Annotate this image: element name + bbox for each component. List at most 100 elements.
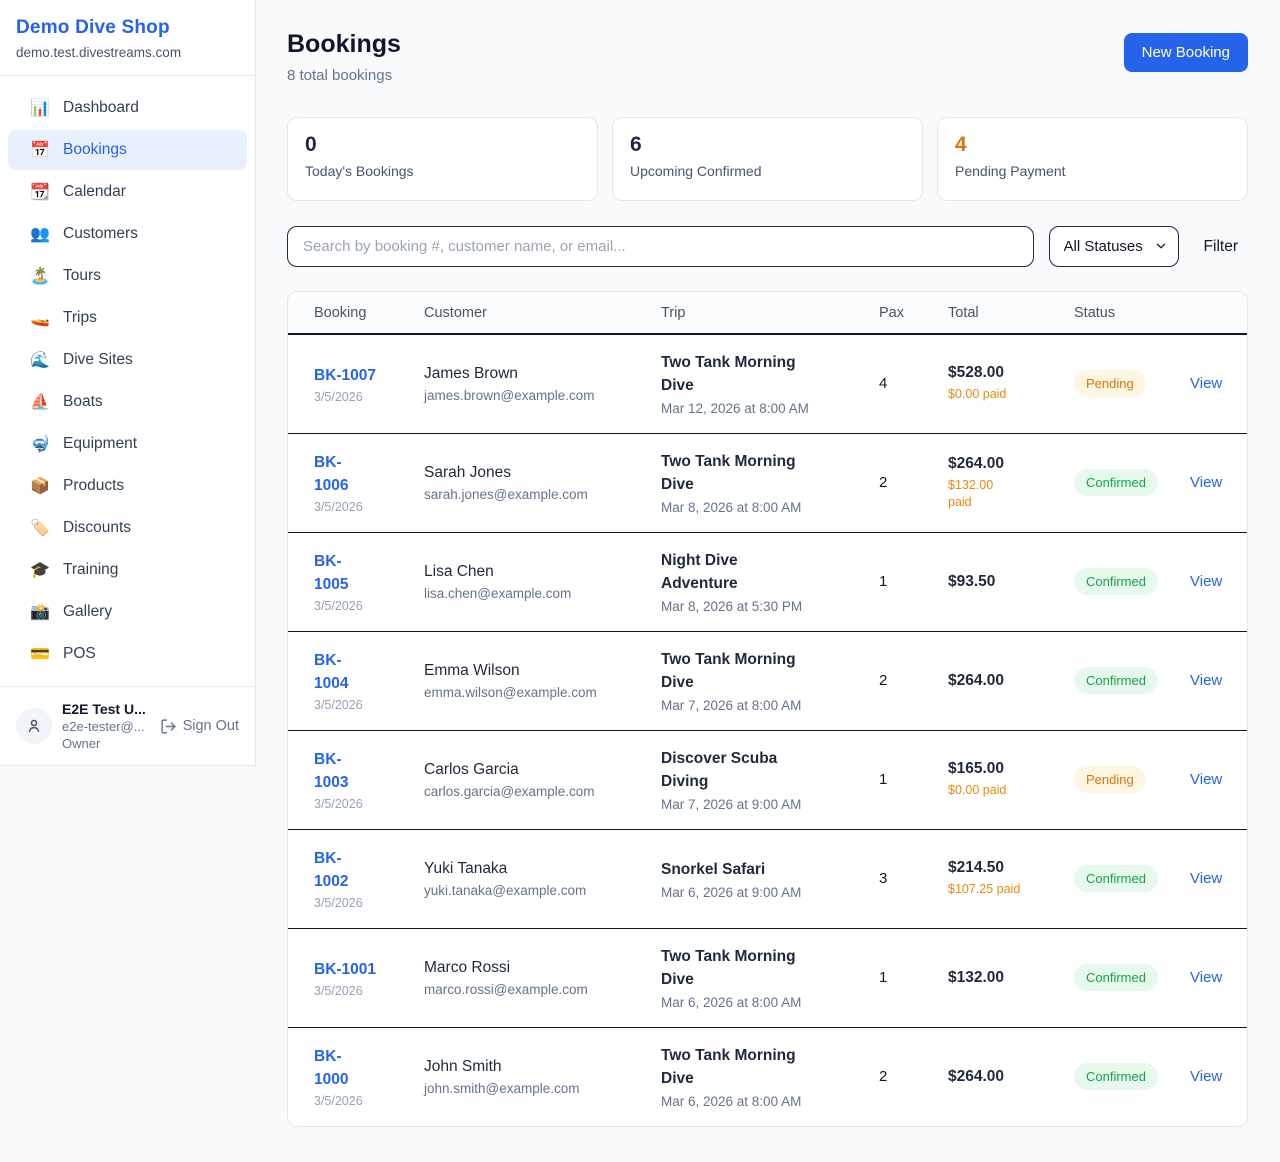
user-role: Owner xyxy=(62,736,150,751)
total-amount: $264.00 xyxy=(948,672,1050,690)
trip-name: Snorkel Safari xyxy=(661,858,813,881)
speedboat-icon: 🚤 xyxy=(30,308,50,328)
customer-name: John Smith xyxy=(424,1058,637,1076)
view-link[interactable]: View xyxy=(1190,474,1222,491)
status-select[interactable]: All Statuses xyxy=(1049,226,1179,267)
sidebar-item-trips[interactable]: 🚤Trips xyxy=(8,298,247,338)
new-booking-button[interactable]: New Booking xyxy=(1124,33,1248,72)
table-row: BK-10063/5/2026Sarah Jonessarah.jones@ex… xyxy=(288,433,1247,532)
customer-cell: James Brownjames.brown@example.com xyxy=(412,334,649,433)
booking-id-link[interactable]: BK-1000 xyxy=(314,1045,354,1091)
person-icon xyxy=(25,717,43,735)
view-link[interactable]: View xyxy=(1190,771,1222,788)
avatar xyxy=(16,708,52,744)
sidebar-item-equipment[interactable]: 🤿Equipment xyxy=(8,424,247,464)
pax-cell: 4 xyxy=(867,334,936,433)
brand-name: Demo Dive Shop xyxy=(16,17,239,39)
sidebar-item-label: Training xyxy=(63,561,118,579)
total-amount: $528.00 xyxy=(948,364,1050,382)
sidebar-item-pos[interactable]: 💳POS xyxy=(8,634,247,674)
sidebar-item-gallery[interactable]: 📸Gallery xyxy=(8,592,247,632)
view-link[interactable]: View xyxy=(1190,375,1222,392)
sidebar-item-label: Equipment xyxy=(63,435,137,453)
view-link[interactable]: View xyxy=(1190,1068,1222,1085)
paid-amount: $132.00 paid xyxy=(948,477,1010,511)
total-cell: $264.00$132.00 paid xyxy=(936,433,1062,532)
customer-cell: Marco Rossimarco.rossi@example.com xyxy=(412,928,649,1027)
booking-id-link[interactable]: BK-1006 xyxy=(314,451,354,497)
sidebar-item-customers[interactable]: 👥Customers xyxy=(8,214,247,254)
page-title: Bookings xyxy=(287,30,401,59)
user-name: E2E Test U... xyxy=(62,701,150,717)
sidebar-item-label: Discounts xyxy=(63,519,131,537)
booking-date: 3/5/2026 xyxy=(314,390,400,404)
view-link[interactable]: View xyxy=(1190,870,1222,887)
booking-id-link[interactable]: BK-1004 xyxy=(314,649,354,695)
pax-cell: 1 xyxy=(867,928,936,1027)
customer-email: carlos.garcia@example.com xyxy=(424,784,637,799)
stat-value: 4 xyxy=(955,131,1230,159)
sidebar-item-label: Tours xyxy=(63,267,101,285)
booking-cell: BK-1007 3/5/2026 xyxy=(288,334,412,433)
sidebar-item-dashboard[interactable]: 📊Dashboard xyxy=(8,88,247,128)
trip-cell: Two Tank Morning DiveMar 6, 2026 at 8:00… xyxy=(649,928,867,1027)
trip-cell: Two Tank Morning DiveMar 8, 2026 at 8:00… xyxy=(649,433,867,532)
sidebar-item-tours[interactable]: 🏝️Tours xyxy=(8,256,247,296)
view-link[interactable]: View xyxy=(1190,573,1222,590)
wave-icon: 🌊 xyxy=(30,350,50,370)
sidebar-item-dive-sites[interactable]: 🌊Dive Sites xyxy=(8,340,247,380)
booking-id-link[interactable]: BK-1005 xyxy=(314,550,354,596)
stat-card-2: 6Upcoming Confirmed xyxy=(612,117,923,201)
pax-cell: 1 xyxy=(867,730,936,829)
bookings-table: BookingCustomerTripPaxTotalStatus BK-100… xyxy=(288,292,1247,1126)
trip-datetime: Mar 8, 2026 at 5:30 PM xyxy=(661,599,855,614)
stat-value: 0 xyxy=(305,131,580,159)
trip-datetime: Mar 7, 2026 at 9:00 AM xyxy=(661,797,855,812)
logout-icon xyxy=(160,718,177,735)
status-badge: Confirmed xyxy=(1074,469,1158,496)
customer-cell: Emma Wilsonemma.wilson@example.com xyxy=(412,631,649,730)
customer-name: Emma Wilson xyxy=(424,662,637,680)
page-subtitle: 8 total bookings xyxy=(287,67,401,84)
trip-datetime: Mar 6, 2026 at 8:00 AM xyxy=(661,1094,855,1109)
status-cell: Pending xyxy=(1062,334,1178,433)
trip-name: Two Tank Morning Dive xyxy=(661,945,813,991)
stat-card-1: 0Today's Bookings xyxy=(287,117,598,201)
package-icon: 📦 xyxy=(30,476,50,496)
booking-id-link[interactable]: BK-1002 xyxy=(314,847,354,893)
booking-date: 3/5/2026 xyxy=(314,984,400,998)
booking-id-link[interactable]: BK-1007 xyxy=(314,367,376,384)
trip-datetime: Mar 12, 2026 at 8:00 AM xyxy=(661,401,855,416)
sidebar-item-discounts[interactable]: 🏷️Discounts xyxy=(8,508,247,548)
status-badge: Confirmed xyxy=(1074,568,1158,595)
booking-cell: BK-10033/5/2026 xyxy=(288,730,412,829)
trip-cell: Two Tank Morning DiveMar 7, 2026 at 8:00… xyxy=(649,631,867,730)
booking-id-link[interactable]: BK-1001 xyxy=(314,961,376,978)
sidebar-item-bookings[interactable]: 📅Bookings xyxy=(8,130,247,170)
trip-datetime: Mar 8, 2026 at 8:00 AM xyxy=(661,500,855,515)
sidebar-item-products[interactable]: 📦Products xyxy=(8,466,247,506)
trip-name: Discover Scuba Diving xyxy=(661,747,813,793)
sidebar-item-boats[interactable]: ⛵Boats xyxy=(8,382,247,422)
sidebar-item-label: Calendar xyxy=(63,183,126,201)
customer-email: james.brown@example.com xyxy=(424,388,637,403)
sidebar-item-training[interactable]: 🎓 Training xyxy=(8,550,247,590)
booking-id-link[interactable]: BK-1003 xyxy=(314,748,354,794)
graduation-cap-icon: 🎓 xyxy=(30,560,50,580)
action-cell: View xyxy=(1178,532,1247,631)
status-cell: Confirmed xyxy=(1062,829,1178,928)
filter-button[interactable]: Filter xyxy=(1194,232,1248,262)
sign-out-button[interactable]: Sign Out xyxy=(160,718,239,735)
status-cell: Confirmed xyxy=(1062,1027,1178,1126)
customer-email: sarah.jones@example.com xyxy=(424,487,637,502)
sidebar-item-calendar[interactable]: 📆Calendar xyxy=(8,172,247,212)
view-link[interactable]: View xyxy=(1190,969,1222,986)
search-input[interactable] xyxy=(287,226,1034,267)
brand-domain: demo.test.divestreams.com xyxy=(16,45,239,60)
app-layout: Demo Dive Shop demo.test.divestreams.com… xyxy=(0,0,1280,1157)
table-row: BK-1007 3/5/2026 James Brownjames.brown@ex… xyxy=(288,334,1247,433)
column-header: Trip xyxy=(649,292,867,334)
column-header xyxy=(1178,292,1247,334)
booking-cell: BK-10063/5/2026 xyxy=(288,433,412,532)
view-link[interactable]: View xyxy=(1190,672,1222,689)
